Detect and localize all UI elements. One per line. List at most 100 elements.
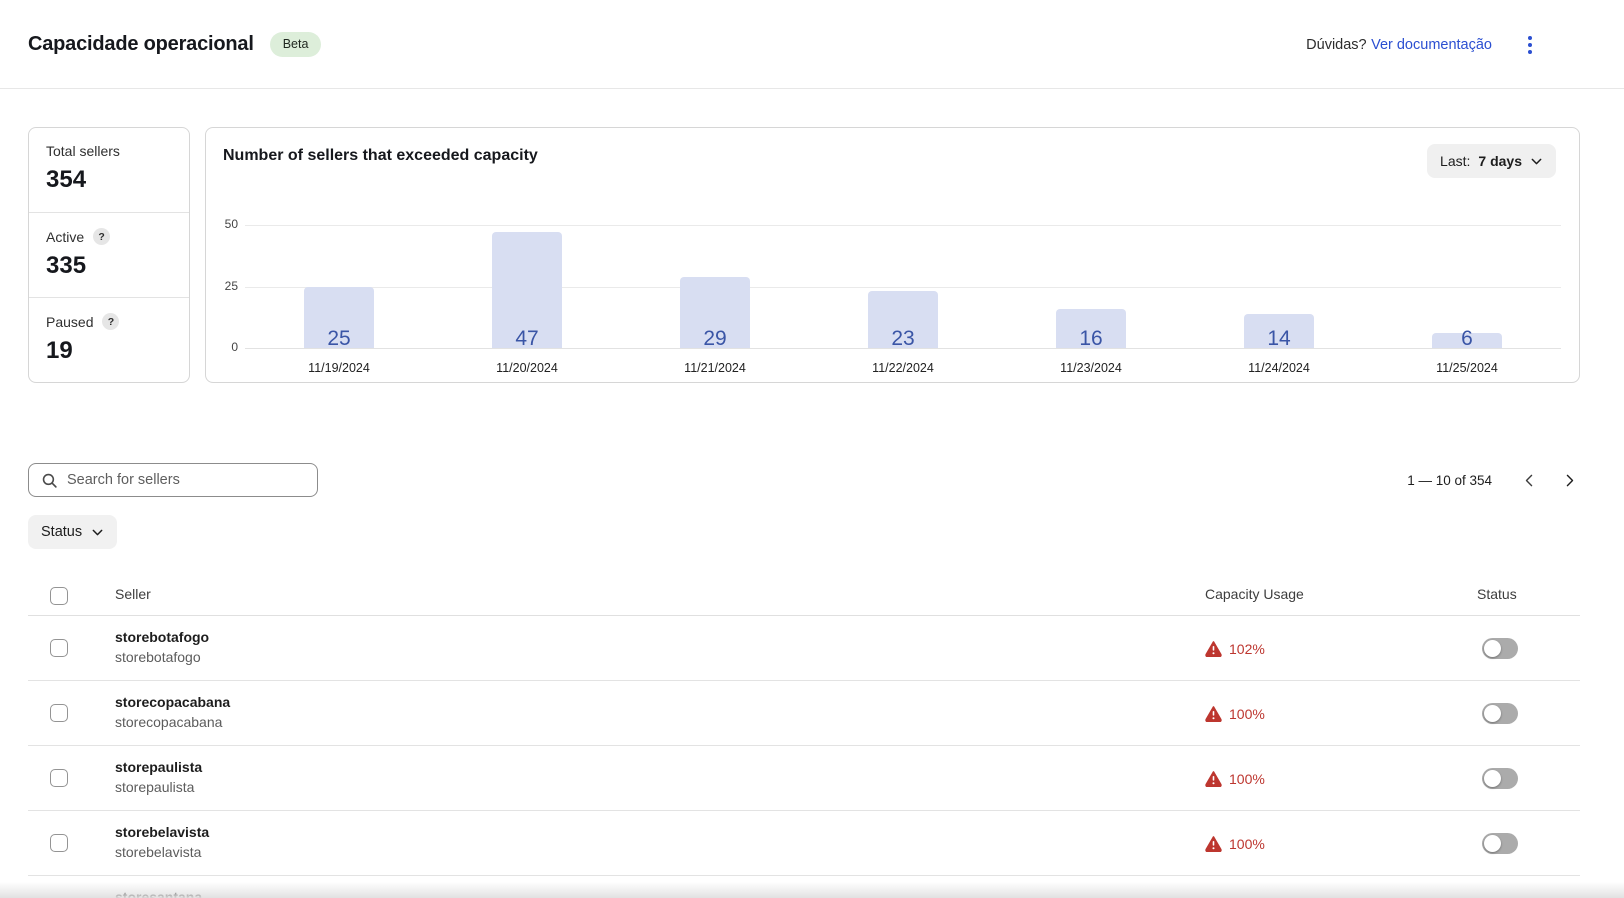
chart-plot: 2511/19/20244711/20/20242911/21/20242311…	[245, 225, 1561, 348]
stat-paused: Paused ? 19	[29, 297, 189, 382]
stat-value: 19	[46, 337, 172, 365]
capacity-usage-value: 100%	[1229, 771, 1265, 787]
table-body: storebotafogostorebotafogo102%storecopac…	[28, 616, 1580, 898]
page-title: Capacidade operacional	[28, 33, 254, 56]
previous-page-button[interactable]	[1516, 467, 1542, 493]
search-icon	[41, 472, 58, 489]
row-checkbox[interactable]	[50, 704, 68, 722]
range-label: Last:	[1440, 153, 1470, 169]
stat-active: Active ? 335	[29, 212, 189, 297]
chart-bar-value-label: 25	[245, 327, 433, 351]
chart-bar-value-label: 6	[1373, 327, 1561, 351]
search-box	[28, 463, 318, 497]
x-axis-tick-label: 11/23/2024	[997, 361, 1185, 375]
table-row: storepaulista storepaulista 100%	[28, 746, 1580, 811]
chart-bar-value-label: 14	[1185, 327, 1373, 351]
capacity-usage-cell: 100%	[1205, 681, 1265, 746]
range-value: 7 days	[1478, 153, 1522, 169]
search-input[interactable]	[67, 464, 317, 496]
y-axis-tick-label: 50	[206, 217, 238, 231]
table-header-row: Seller Capacity Usage Status	[28, 580, 1580, 616]
chart-bar-value-label: 29	[621, 327, 809, 351]
stat-value: 354	[46, 166, 172, 194]
date-range-dropdown[interactable]: Last: 7 days	[1427, 144, 1556, 178]
chart-slot: 2911/21/2024	[621, 225, 809, 348]
pagination-label: 1 — 10 of 354	[1407, 473, 1492, 488]
stat-label: Active	[46, 229, 84, 245]
chart-card: Number of sellers that exceeded capacity…	[205, 127, 1580, 383]
seller-name: storebelavista	[115, 824, 209, 840]
help-icon[interactable]: ?	[93, 228, 110, 245]
chart-slot: 1611/23/2024	[997, 225, 1185, 348]
next-page-button[interactable]	[1556, 467, 1582, 493]
table-row: storecopacabana storecopacabana 100%	[28, 681, 1580, 746]
table-row-partial: storesantana	[28, 876, 1580, 898]
chevron-down-icon	[1530, 155, 1543, 168]
table-row: storebotafogostorebotafogo102%	[28, 616, 1580, 681]
capacity-usage-value: 102%	[1229, 641, 1265, 657]
chart-slot: 611/25/2024	[1373, 225, 1561, 348]
warning-icon	[1205, 770, 1222, 787]
column-header-seller: Seller	[115, 586, 151, 602]
status-toggle[interactable]	[1482, 833, 1518, 854]
seller-name: storecopacabana	[115, 694, 230, 710]
warning-icon	[1205, 640, 1222, 657]
capacity-usage-value: 100%	[1229, 706, 1265, 722]
capacity-usage-cell: 100%	[1205, 746, 1265, 811]
documentation-link[interactable]: Ver documentação	[1371, 37, 1492, 53]
stat-label: Total sellers	[46, 143, 120, 159]
stat-label: Paused	[46, 314, 93, 330]
column-header-status: Status	[1477, 586, 1517, 602]
chevron-right-icon	[1562, 473, 1577, 488]
row-checkbox[interactable]	[50, 769, 68, 787]
seller-subtitle: storebelavista	[115, 844, 201, 860]
y-axis-tick-label: 0	[206, 340, 238, 354]
top-bar: Capacidade operacional Beta Dúvidas? Ver…	[0, 0, 1624, 89]
help-text: Dúvidas?	[1306, 37, 1366, 53]
stat-total-sellers: Total sellers 354	[29, 128, 189, 212]
chart-slot: 2511/19/2024	[245, 225, 433, 348]
toggle-knob	[1484, 835, 1501, 852]
capacity-usage-cell: 100%	[1205, 811, 1265, 876]
status-toggle[interactable]	[1482, 768, 1518, 789]
help-icon[interactable]: ?	[102, 313, 119, 330]
column-header-capacity-usage: Capacity Usage	[1205, 586, 1304, 602]
kebab-menu-icon[interactable]	[1514, 29, 1546, 61]
chart-slot: 4711/20/2024	[433, 225, 621, 348]
toggle-knob	[1484, 640, 1501, 657]
seller-subtitle: storepaulista	[115, 779, 194, 795]
chart-slot: 1411/24/2024	[1185, 225, 1373, 348]
x-axis-tick-label: 11/19/2024	[245, 361, 433, 375]
seller-subtitle: storecopacabana	[115, 714, 222, 730]
status-filter-button[interactable]: Status	[28, 515, 117, 549]
chart-bar-value-label: 47	[433, 327, 621, 351]
status-filter-label: Status	[41, 524, 82, 540]
page: Capacidade operacional Beta Dúvidas? Ver…	[0, 0, 1624, 898]
status-toggle[interactable]	[1482, 703, 1518, 724]
capacity-usage-cell: 102%	[1205, 616, 1265, 681]
chevron-left-icon	[1522, 473, 1537, 488]
toggle-knob	[1484, 705, 1501, 722]
row-checkbox[interactable]	[50, 834, 68, 852]
seller-name: storesantana	[115, 889, 202, 898]
toggle-knob	[1484, 770, 1501, 787]
x-axis-tick-label: 11/20/2024	[433, 361, 621, 375]
status-toggle[interactable]	[1482, 638, 1518, 659]
pagination: 1 — 10 of 354	[1407, 463, 1582, 497]
beta-badge: Beta	[270, 32, 322, 57]
seller-name: storepaulista	[115, 759, 202, 775]
stat-value: 335	[46, 252, 172, 280]
stats-card: Total sellers 354 Active ? 335 Paused ? …	[28, 127, 190, 383]
capacity-usage-value: 100%	[1229, 836, 1265, 852]
warning-icon	[1205, 835, 1222, 852]
x-axis-tick-label: 11/25/2024	[1373, 361, 1561, 375]
seller-name: storebotafogo	[115, 629, 209, 645]
y-axis-tick-label: 25	[206, 279, 238, 293]
sellers-table: Seller Capacity Usage Status storebotafo…	[28, 580, 1580, 898]
row-checkbox[interactable]	[50, 639, 68, 657]
top-bar-right: Dúvidas? Ver documentação	[1306, 0, 1546, 89]
x-axis-tick-label: 11/22/2024	[809, 361, 997, 375]
chevron-down-icon	[91, 526, 104, 539]
select-all-checkbox[interactable]	[50, 587, 68, 605]
warning-icon	[1205, 705, 1222, 722]
